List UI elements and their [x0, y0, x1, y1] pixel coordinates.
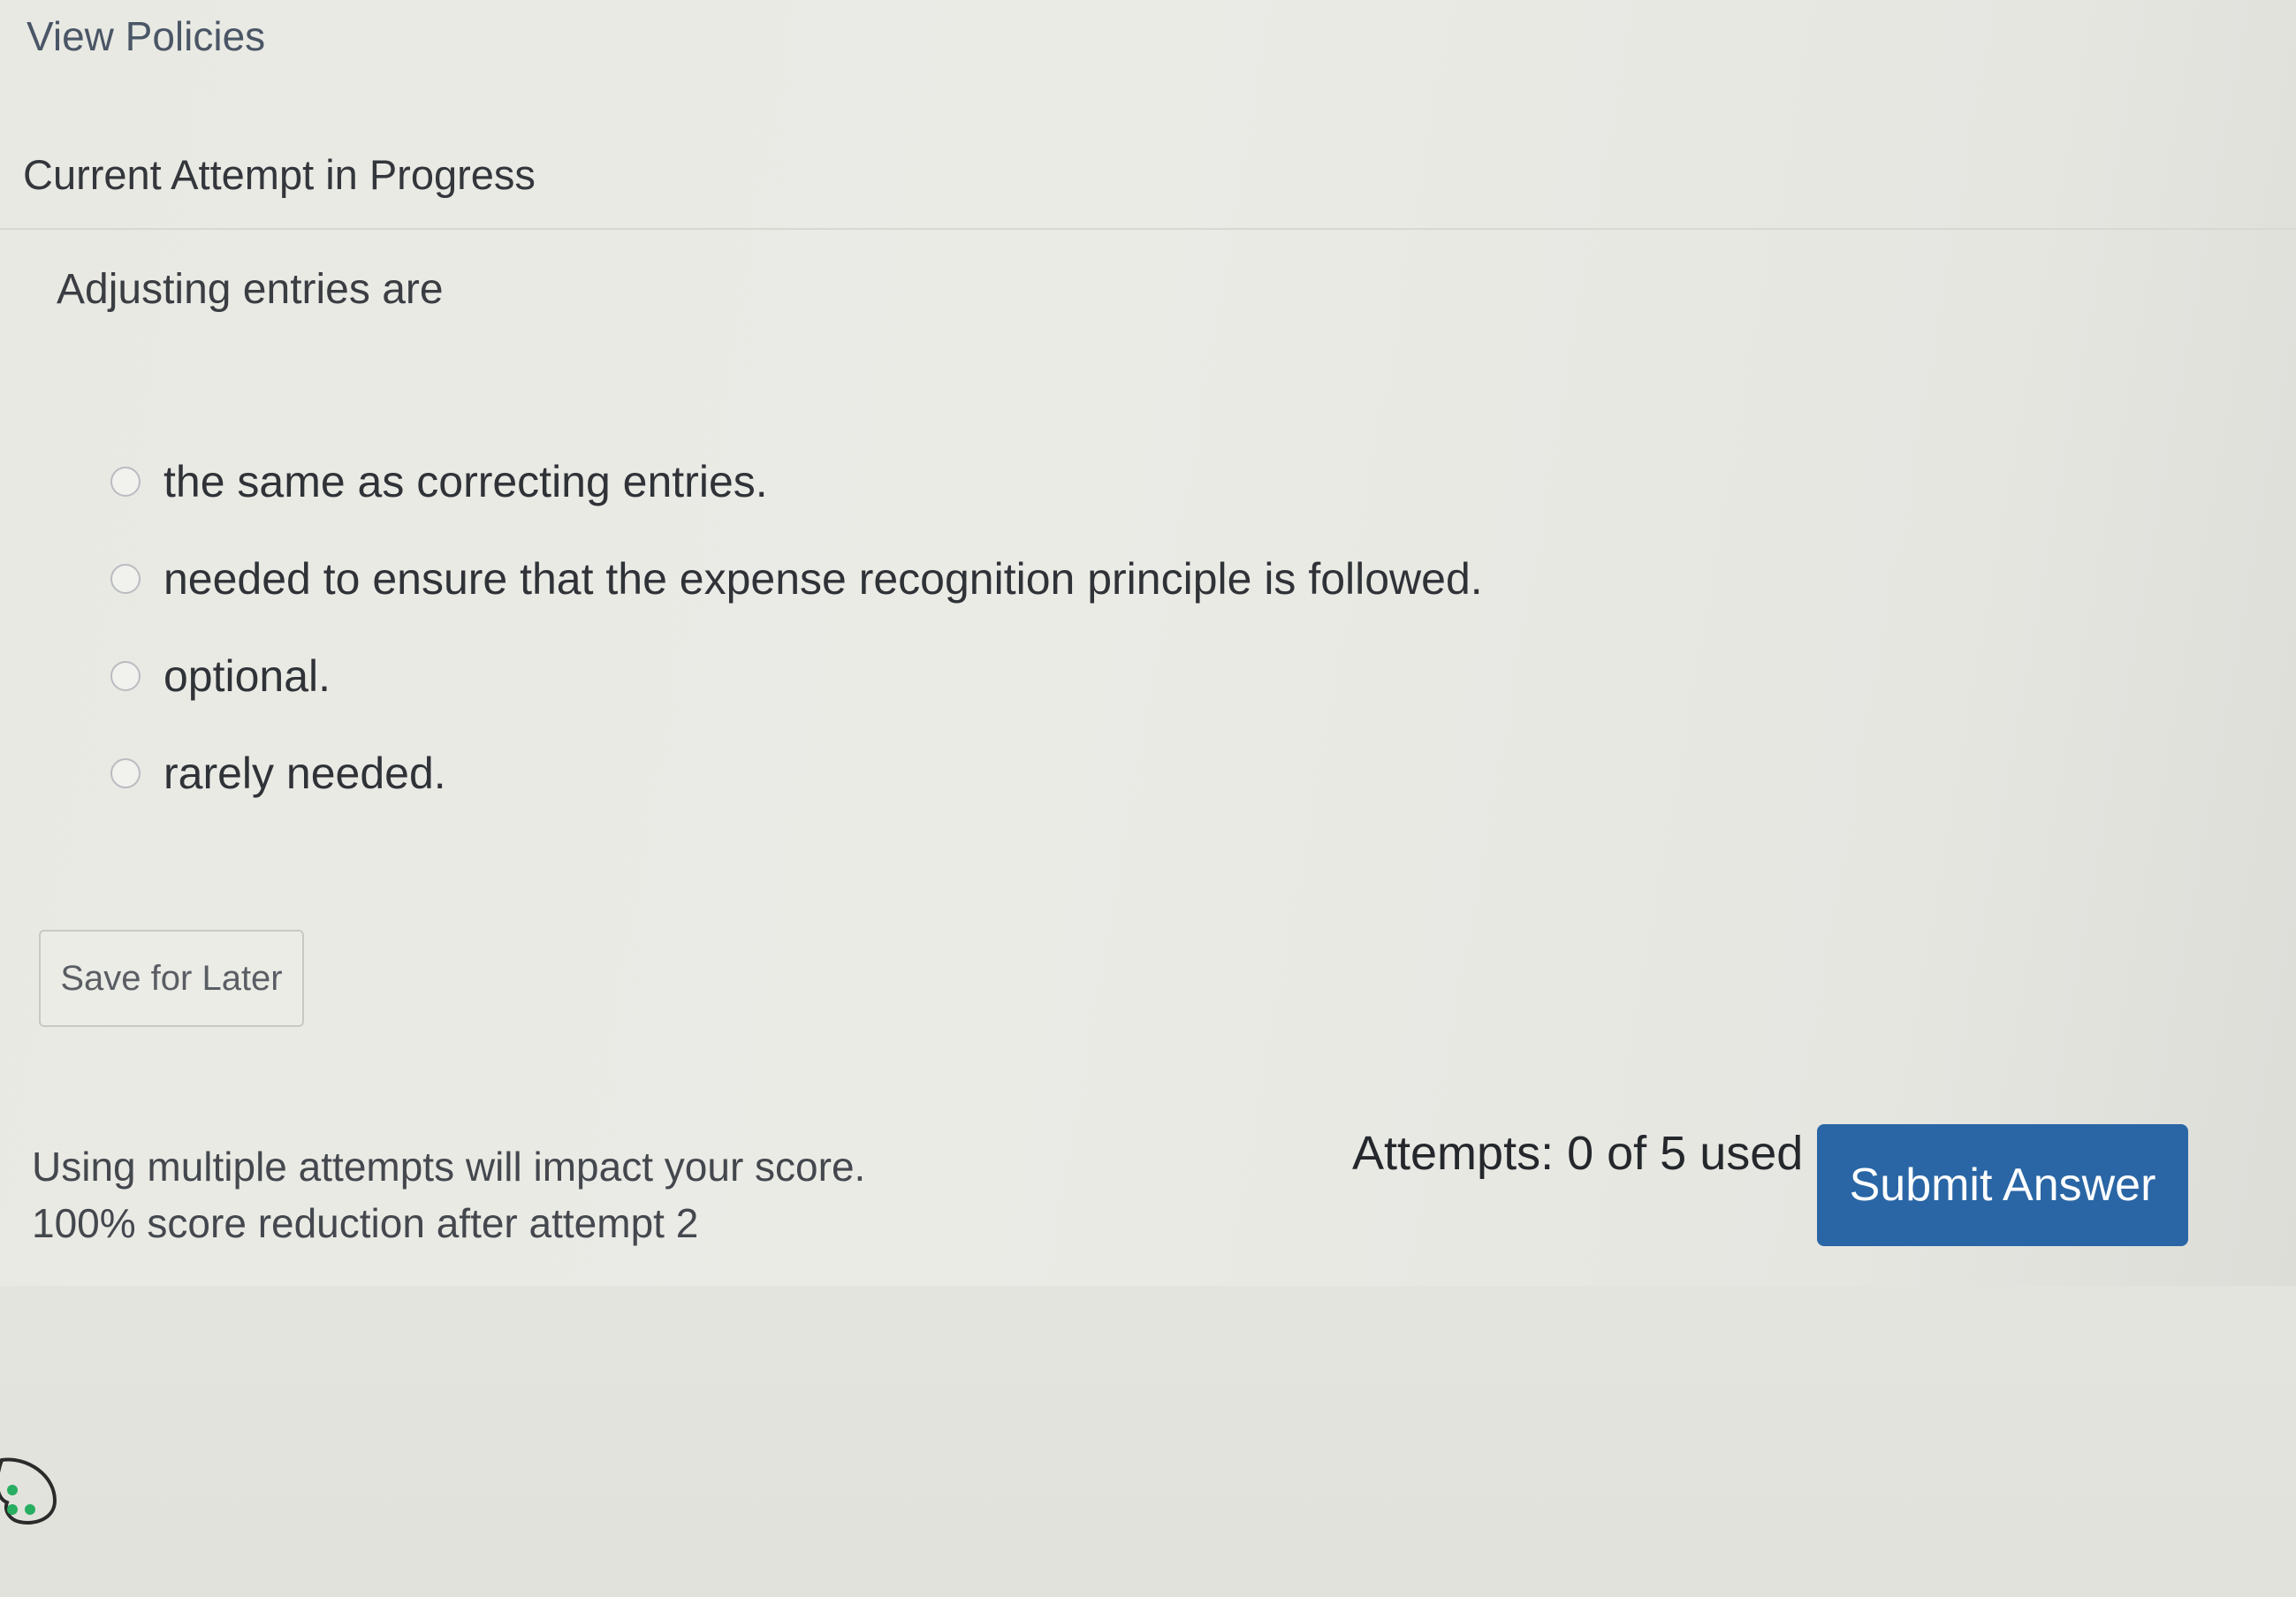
radio-button[interactable] — [110, 467, 141, 497]
submit-answer-button[interactable]: Submit Answer — [1817, 1124, 2188, 1246]
answer-option[interactable]: optional. — [110, 627, 1483, 725]
answer-option-label: needed to ensure that the expense recogn… — [163, 554, 1483, 604]
footer-area — [0, 1286, 2296, 1597]
view-policies-link[interactable]: View Policies — [27, 12, 265, 60]
question-prompt: Adjusting entries are — [57, 266, 444, 313]
attempts-note-line: 100% score reduction after attempt 2 — [32, 1200, 699, 1246]
answer-option[interactable]: rarely needed. — [110, 725, 1483, 822]
save-for-later-button[interactable]: Save for Later — [39, 930, 304, 1027]
radio-button[interactable] — [110, 661, 141, 691]
answer-option[interactable]: needed to ensure that the expense recogn… — [110, 530, 1483, 627]
answer-option-label: optional. — [163, 651, 331, 701]
attempts-note: Using multiple attempts will impact your… — [32, 1138, 865, 1251]
answer-option[interactable]: the same as correcting entries. — [110, 433, 1483, 530]
attempts-count: Attempts: 0 of 5 used — [1352, 1127, 1804, 1180]
answer-options: the same as correcting entries. needed t… — [110, 433, 1483, 822]
radio-button[interactable] — [110, 758, 141, 788]
help-chat-icon[interactable] — [0, 1449, 69, 1534]
answer-option-label: rarely needed. — [163, 749, 446, 798]
divider — [0, 228, 2296, 230]
attempt-heading: Current Attempt in Progress — [23, 151, 536, 198]
attempts-note-line: Using multiple attempts will impact your… — [32, 1144, 866, 1190]
answer-option-label: the same as correcting entries. — [163, 457, 768, 506]
radio-button[interactable] — [110, 564, 141, 594]
